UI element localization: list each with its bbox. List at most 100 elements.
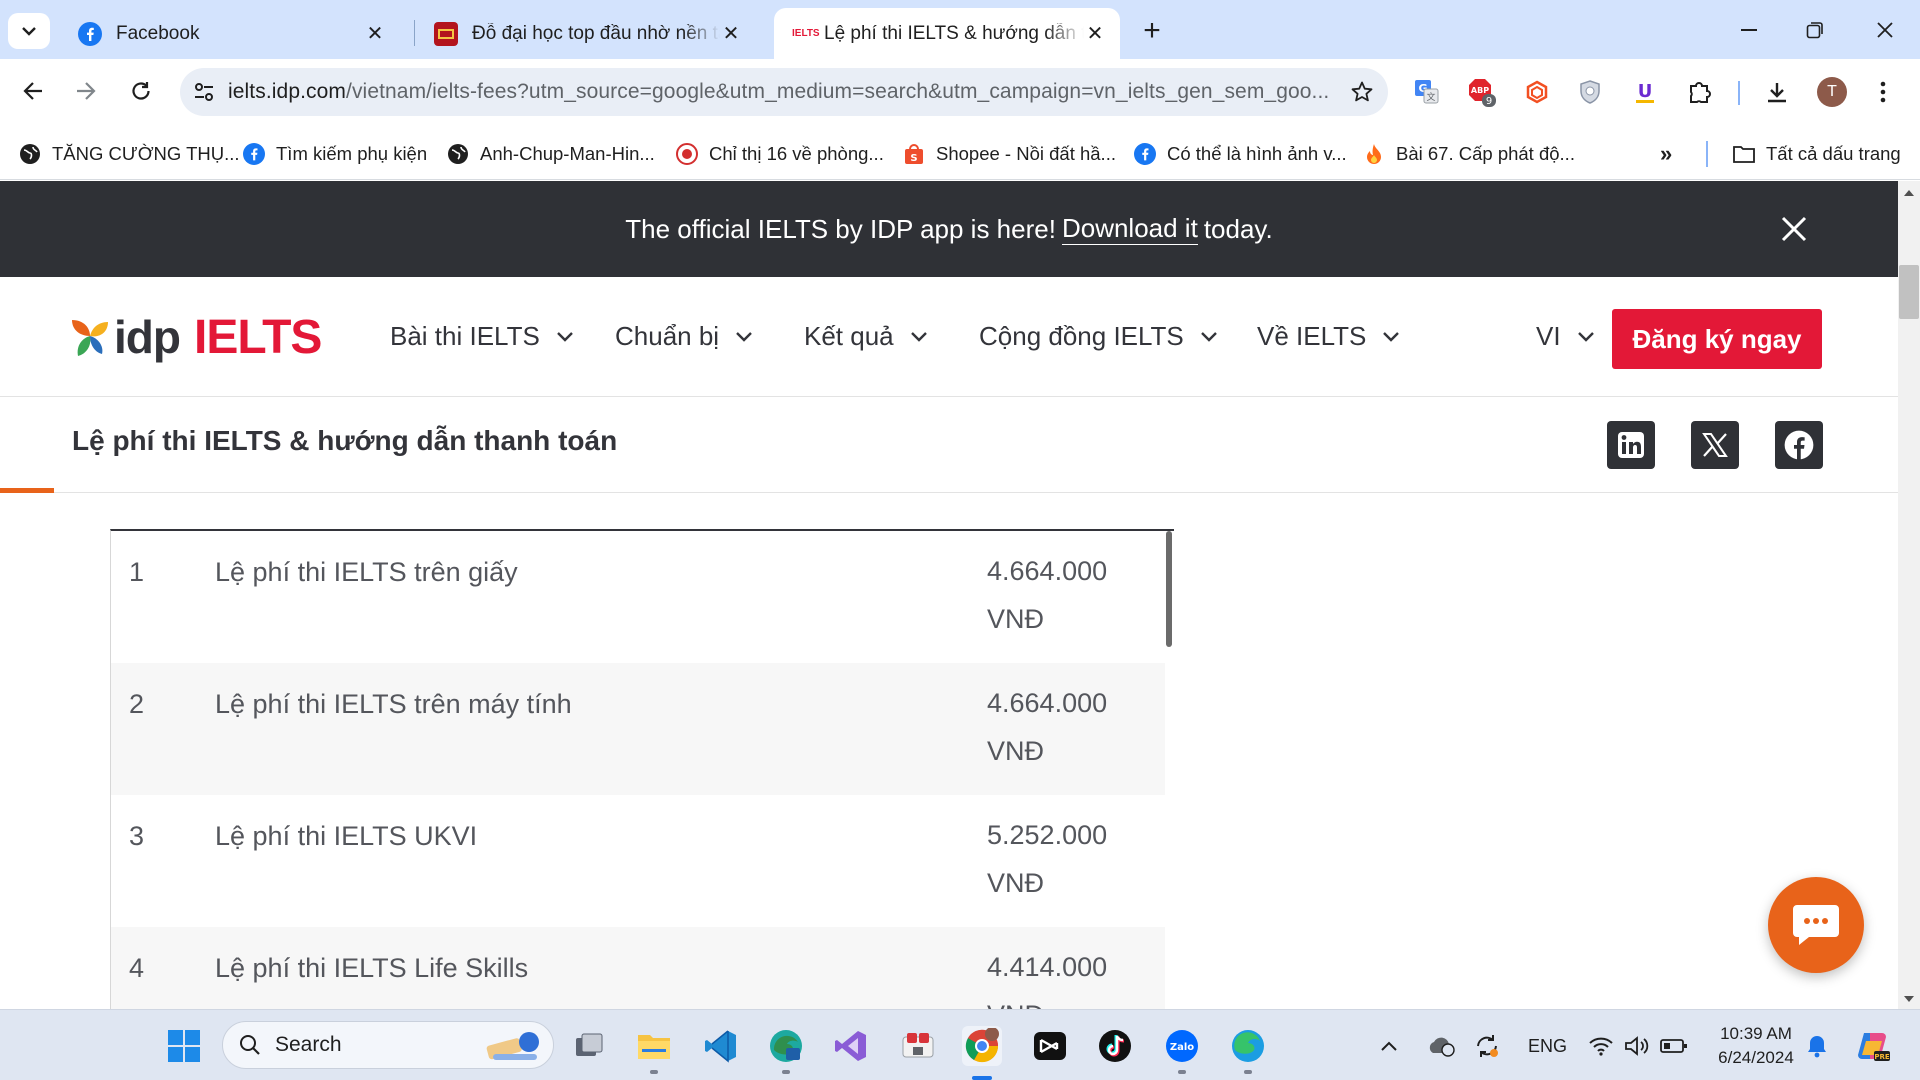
bookmark-star-icon[interactable]: [1336, 80, 1388, 104]
profile-avatar[interactable]: T: [1813, 73, 1851, 111]
nav-label: Kết quả: [804, 321, 894, 351]
forward-button[interactable]: [64, 69, 108, 113]
file-explorer-icon[interactable]: [634, 1026, 674, 1066]
more-bookmarks-button[interactable]: »: [1660, 137, 1672, 171]
nav-item-bai-thi[interactable]: Bài thi IELTS: [390, 321, 574, 352]
fee-name: Lệ phí thi IELTS UKVI: [215, 821, 478, 851]
fire-icon: [1362, 142, 1386, 166]
restore-icon: [1806, 22, 1823, 39]
copilot-icon[interactable]: PRE: [1856, 1030, 1890, 1062]
close-tab-icon[interactable]: ✕: [720, 23, 742, 45]
adblock-icon[interactable]: ABP 9: [1463, 73, 1501, 111]
address-bar[interactable]: ielts.idp.com/vietnam/ielts-fees?utm_sou…: [180, 68, 1388, 116]
google-translate-icon[interactable]: G文: [1408, 73, 1446, 111]
bookmark-item[interactable]: Có thể là hình ảnh v...: [1133, 137, 1347, 171]
downloads-icon[interactable]: [1758, 73, 1796, 111]
extension-hexagon-icon[interactable]: [1518, 73, 1556, 111]
bookmark-item[interactable]: Anh-Chup-Man-Hin...: [446, 137, 655, 171]
taskbar-search-box[interactable]: Search: [222, 1021, 554, 1069]
search-highlight-icon: [486, 1032, 539, 1060]
nav-item-ve-ielts[interactable]: Về IELTS: [1257, 321, 1400, 352]
table-row: 4 Lệ phí thi IELTS Life Skills 4.414.000…: [111, 927, 1165, 1009]
register-now-button[interactable]: Đăng ký ngay: [1612, 309, 1822, 369]
back-arrow-icon: [23, 82, 42, 100]
close-window-button[interactable]: [1860, 10, 1910, 50]
volume-icon[interactable]: [1624, 1030, 1650, 1062]
wifi-icon[interactable]: [1588, 1030, 1614, 1062]
table-row: 1 Lệ phí thi IELTS trên giấy 4.664.000 V…: [111, 531, 1165, 663]
edge-dev-icon[interactable]: [766, 1026, 806, 1066]
notifications-bell-icon[interactable]: [1806, 1030, 1828, 1062]
sync-icon[interactable]: [1474, 1030, 1500, 1062]
shield-extension-icon[interactable]: [1571, 73, 1609, 111]
chrome-icon[interactable]: [962, 1026, 1002, 1066]
back-button[interactable]: [11, 69, 55, 113]
share-facebook-button[interactable]: [1775, 421, 1823, 469]
idp-ielts-logo[interactable]: idp IELTS: [70, 311, 322, 364]
onedrive-icon[interactable]: [1426, 1030, 1456, 1062]
bookmark-label: Tất cả dấu trang: [1766, 143, 1901, 164]
input-language-indicator[interactable]: ENG: [1528, 1030, 1567, 1062]
download-link[interactable]: Download it: [1061, 213, 1198, 245]
zalo-icon[interactable]: Zalo: [1162, 1026, 1202, 1066]
table-scrollbar[interactable]: [1166, 531, 1172, 647]
show-hidden-icons-button[interactable]: [1380, 1030, 1398, 1062]
nav-item-chuan-bi[interactable]: Chuẩn bị: [615, 321, 753, 352]
bookmark-label: Có thể là hình ảnh v...: [1167, 143, 1347, 164]
fee-name: Lệ phí thi IELTS trên giấy: [215, 557, 518, 587]
nav-item-ket-qua[interactable]: Kết quả: [804, 321, 928, 352]
x-icon: [1702, 433, 1728, 457]
reload-button[interactable]: [119, 69, 163, 113]
windows-start-icon[interactable]: [164, 1026, 204, 1066]
close-tab-icon[interactable]: ✕: [1084, 23, 1106, 45]
bookmark-item[interactable]: Chỉ thị 16 về phòng...: [675, 137, 884, 171]
task-view-icon[interactable]: [569, 1026, 609, 1066]
edge-icon[interactable]: [1228, 1026, 1268, 1066]
site-info-icon[interactable]: [180, 68, 228, 116]
scroll-down-icon[interactable]: [1898, 991, 1920, 1007]
tab-facebook[interactable]: Facebook ✕: [60, 8, 400, 59]
close-tab-icon[interactable]: ✕: [364, 23, 386, 45]
fee-name: Lệ phí thi IELTS trên máy tính: [215, 689, 572, 719]
scroll-up-icon[interactable]: [1898, 185, 1920, 201]
vscode-icon[interactable]: [701, 1026, 741, 1066]
facebook-icon: [1784, 430, 1814, 460]
minimize-button[interactable]: [1724, 10, 1774, 50]
bookmark-item[interactable]: S Shopee - Nồi đất hầ...: [902, 137, 1116, 171]
page-subheader: Lệ phí thi IELTS & hướng dẫn thanh toán: [0, 397, 1898, 493]
bookmark-item[interactable]: TĂNG CƯỜNG THỤ...: [18, 137, 240, 171]
tab-title: Lệ phí thi IELTS & hướng dẫn thanh toán: [824, 22, 1084, 44]
active-app-indicator: [972, 1076, 992, 1080]
language-selector[interactable]: VI: [1536, 321, 1595, 352]
minimize-icon: [1741, 29, 1757, 31]
windows-taskbar: Search Zalo ENG 10:39 AM 6/24/2024 PRE: [0, 1009, 1920, 1080]
bookmark-label: Anh-Chup-Man-Hin...: [480, 143, 655, 164]
tiktok-icon[interactable]: [1095, 1026, 1135, 1066]
row-number: 2: [129, 689, 145, 719]
nav-item-cong-dong[interactable]: Cộng đồng IELTS: [979, 321, 1218, 352]
chat-button[interactable]: [1768, 877, 1864, 973]
browser-menu-icon[interactable]: [1864, 73, 1902, 111]
all-bookmarks-button[interactable]: Tất cả dấu trang: [1732, 137, 1901, 171]
battery-icon[interactable]: [1660, 1030, 1688, 1062]
new-tab-button[interactable]: +: [1134, 13, 1170, 49]
scroll-thumb[interactable]: [1899, 265, 1919, 319]
bookmark-item[interactable]: Bài 67. Cấp phát độ...: [1362, 137, 1575, 171]
bookmark-item[interactable]: Tìm kiếm phụ kiện: [242, 137, 427, 171]
restore-button[interactable]: [1790, 10, 1840, 50]
share-x-button[interactable]: [1691, 421, 1739, 469]
tab-search-button[interactable]: [8, 13, 50, 49]
bookmark-label: Tìm kiếm phụ kiện: [276, 143, 428, 164]
app-icon[interactable]: [898, 1026, 938, 1066]
extensions-puzzle-icon[interactable]: [1680, 73, 1718, 111]
ublock-icon[interactable]: U: [1626, 73, 1664, 111]
tab-ielts-fees[interactable]: IELTS Lệ phí thi IELTS & hướng dẫn thanh…: [774, 8, 1120, 59]
share-linkedin-button[interactable]: [1607, 421, 1655, 469]
tab-education[interactable]: Đỗ đại học top đầu nhờ nền tảng ✕: [416, 8, 756, 59]
capcut-icon[interactable]: [1030, 1026, 1070, 1066]
visual-studio-icon[interactable]: [831, 1026, 871, 1066]
close-banner-button[interactable]: [1778, 213, 1810, 245]
svg-text:文: 文: [1426, 91, 1435, 103]
taskbar-clock[interactable]: 10:39 AM 6/24/2024: [1712, 1022, 1800, 1070]
url-text[interactable]: ielts.idp.com/vietnam/ielts-fees?utm_sou…: [228, 80, 1336, 104]
